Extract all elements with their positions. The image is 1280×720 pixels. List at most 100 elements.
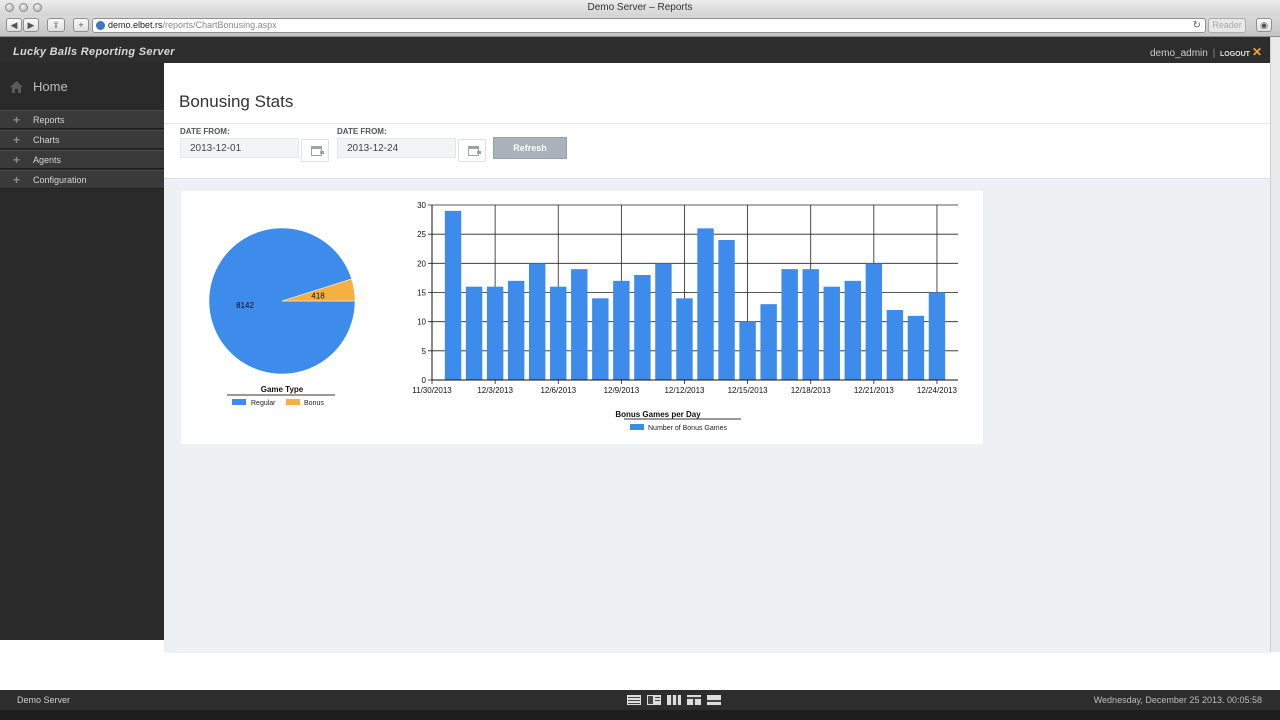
charts-svg: 8142 418 Game Type Regular Bonus 0 5 10 15 2… — [208, 201, 958, 432]
bar — [697, 228, 714, 380]
page-title: Bonusing Stats — [179, 92, 294, 111]
bar — [907, 315, 925, 380]
bar — [718, 240, 735, 380]
bar — [865, 263, 883, 380]
bar — [507, 280, 525, 380]
sidebar-item-agents[interactable]: + Agents — [0, 150, 164, 169]
bar — [781, 269, 798, 380]
x-tick-label: 12/9/2013 — [604, 386, 640, 395]
pie-value-label-regular: 8142 — [236, 301, 254, 310]
sidebar-item-label: Agents — [33, 155, 62, 165]
plus-icon: + — [78, 20, 84, 30]
close-x-icon[interactable]: ✕ — [1252, 45, 1262, 59]
y-tick-label: 15 — [417, 289, 426, 298]
address-bar[interactable]: demo.elbet.rs/reports/ChartBonusing.aspx… — [92, 18, 1206, 33]
globe-icon — [96, 21, 105, 30]
date-from-label: DATE FROM: — [180, 127, 230, 136]
pie-legend-label-bonus: Bonus — [304, 400, 324, 407]
filter-panel: Bonusing Stats DATE FROM: DATE FROM: Ref… — [164, 63, 1270, 179]
bar — [444, 210, 462, 380]
bar-legend-swatch — [630, 424, 644, 430]
username: demo_admin — [1150, 48, 1208, 59]
bar — [886, 310, 904, 380]
bar — [528, 263, 546, 380]
plus-icon: + — [13, 153, 21, 167]
chart-card: 8142 418 Game Type Regular Bonus 0 5 10 15 2… — [181, 191, 983, 444]
bar — [465, 286, 483, 380]
sidebar-home[interactable]: Home — [0, 63, 164, 110]
bar-chart: 0 5 10 15 20 25 30 11/30/2013 12/3/2013 12/6/2013… — [412, 201, 958, 432]
refresh-button[interactable]: Refresh — [493, 137, 567, 159]
new-tab-button[interactable]: + — [73, 18, 89, 32]
pie-legend-swatch-bonus — [286, 399, 300, 405]
main-content: Bonusing Stats DATE FROM: DATE FROM: Ref… — [164, 63, 1270, 653]
browser-titlebar: Demo Server – Reports — [0, 0, 1280, 17]
layout-columns-icon[interactable] — [667, 695, 681, 705]
x-tick-label: 12/18/2013 — [791, 386, 832, 395]
share-icon: ⇪ — [52, 20, 60, 30]
bar — [655, 263, 672, 380]
layout-list-icon[interactable] — [627, 695, 641, 705]
x-tick-label: 12/21/2013 — [854, 386, 895, 395]
window-title: Demo Server – Reports — [587, 2, 693, 13]
plus-icon: + — [13, 173, 21, 187]
y-tick-label: 10 — [417, 318, 426, 327]
calendar-icon — [311, 146, 324, 156]
bar — [571, 269, 588, 380]
share-button[interactable]: ⇪ — [47, 18, 65, 32]
x-tick-label: 12/15/2013 — [728, 386, 769, 395]
back-button[interactable]: ◀ — [6, 18, 22, 32]
pie-chart: 8142 418 Game Type Regular Bonus — [208, 227, 356, 407]
sidebar-item-charts[interactable]: + Charts — [0, 130, 164, 149]
x-tick-label: 12/24/2013 — [917, 386, 958, 395]
y-tick-label: 20 — [417, 259, 426, 268]
logout-link[interactable]: LOGOUT — [1220, 51, 1250, 58]
divider — [164, 123, 1270, 124]
header-separator: | — [1212, 48, 1216, 59]
pie-value-label-bonus: 418 — [311, 291, 325, 300]
layout-fullscreen-icon[interactable] — [707, 695, 721, 705]
bar — [613, 280, 630, 380]
url-host: demo.elbet.rs — [108, 20, 163, 30]
x-tick-label: 12/6/2013 — [540, 386, 576, 395]
footer-spacer — [0, 653, 1280, 690]
bottom-edge — [0, 710, 1280, 720]
calendar-icon — [468, 146, 481, 156]
bar — [486, 286, 504, 380]
x-tick-label: 12/12/2013 — [664, 386, 705, 395]
bar-legend-title: Bonus Games per Day — [615, 410, 701, 419]
sidebar-item-configuration[interactable]: + Configuration — [0, 170, 164, 189]
pie-legend-title: Game Type — [261, 385, 304, 394]
y-tick-label: 30 — [417, 201, 426, 210]
reload-icon[interactable]: ↻ — [1193, 19, 1201, 32]
x-tick-label: 12/3/2013 — [477, 386, 513, 395]
app-title: Lucky Balls Reporting Server — [13, 46, 175, 58]
home-label: Home — [33, 79, 68, 94]
bar — [760, 304, 777, 380]
layout-grid-icon[interactable] — [687, 695, 701, 705]
layout-split-icon[interactable] — [647, 695, 661, 705]
reader-button[interactable]: Reader — [1208, 18, 1246, 33]
page-scrollbar[interactable] — [1270, 37, 1280, 652]
date-from-input[interactable] — [180, 138, 299, 158]
bar — [592, 298, 609, 380]
bar — [802, 269, 819, 380]
date-to-calendar-button[interactable] — [458, 139, 486, 162]
sidebar-item-reports[interactable]: + Reports — [0, 110, 164, 129]
bar — [676, 298, 693, 380]
status-bar: Demo Server Wednesday, December 25 2013.… — [0, 690, 1280, 710]
footer-datetime: Wednesday, December 25 2013. 00:05:58 — [1093, 695, 1262, 705]
date-to-input[interactable] — [337, 138, 456, 158]
bar-legend-label: Number of Bonus Games — [648, 425, 727, 432]
forward-button[interactable]: ▶ — [23, 18, 39, 32]
download-icon: ◉ — [1260, 20, 1268, 30]
date-from-calendar-button[interactable] — [301, 139, 329, 162]
bar — [550, 286, 567, 380]
sidebar: Home + Reports + Charts + Agents + Confi… — [0, 63, 164, 640]
download-button[interactable]: ◉ — [1256, 18, 1272, 32]
sidebar-item-label: Reports — [33, 115, 65, 125]
url-path: /reports/ChartBonusing.aspx — [162, 20, 277, 30]
y-tick-label: 25 — [417, 230, 426, 239]
plus-icon: + — [13, 113, 21, 127]
app-header: Lucky Balls Reporting Server demo_admin … — [0, 37, 1270, 63]
